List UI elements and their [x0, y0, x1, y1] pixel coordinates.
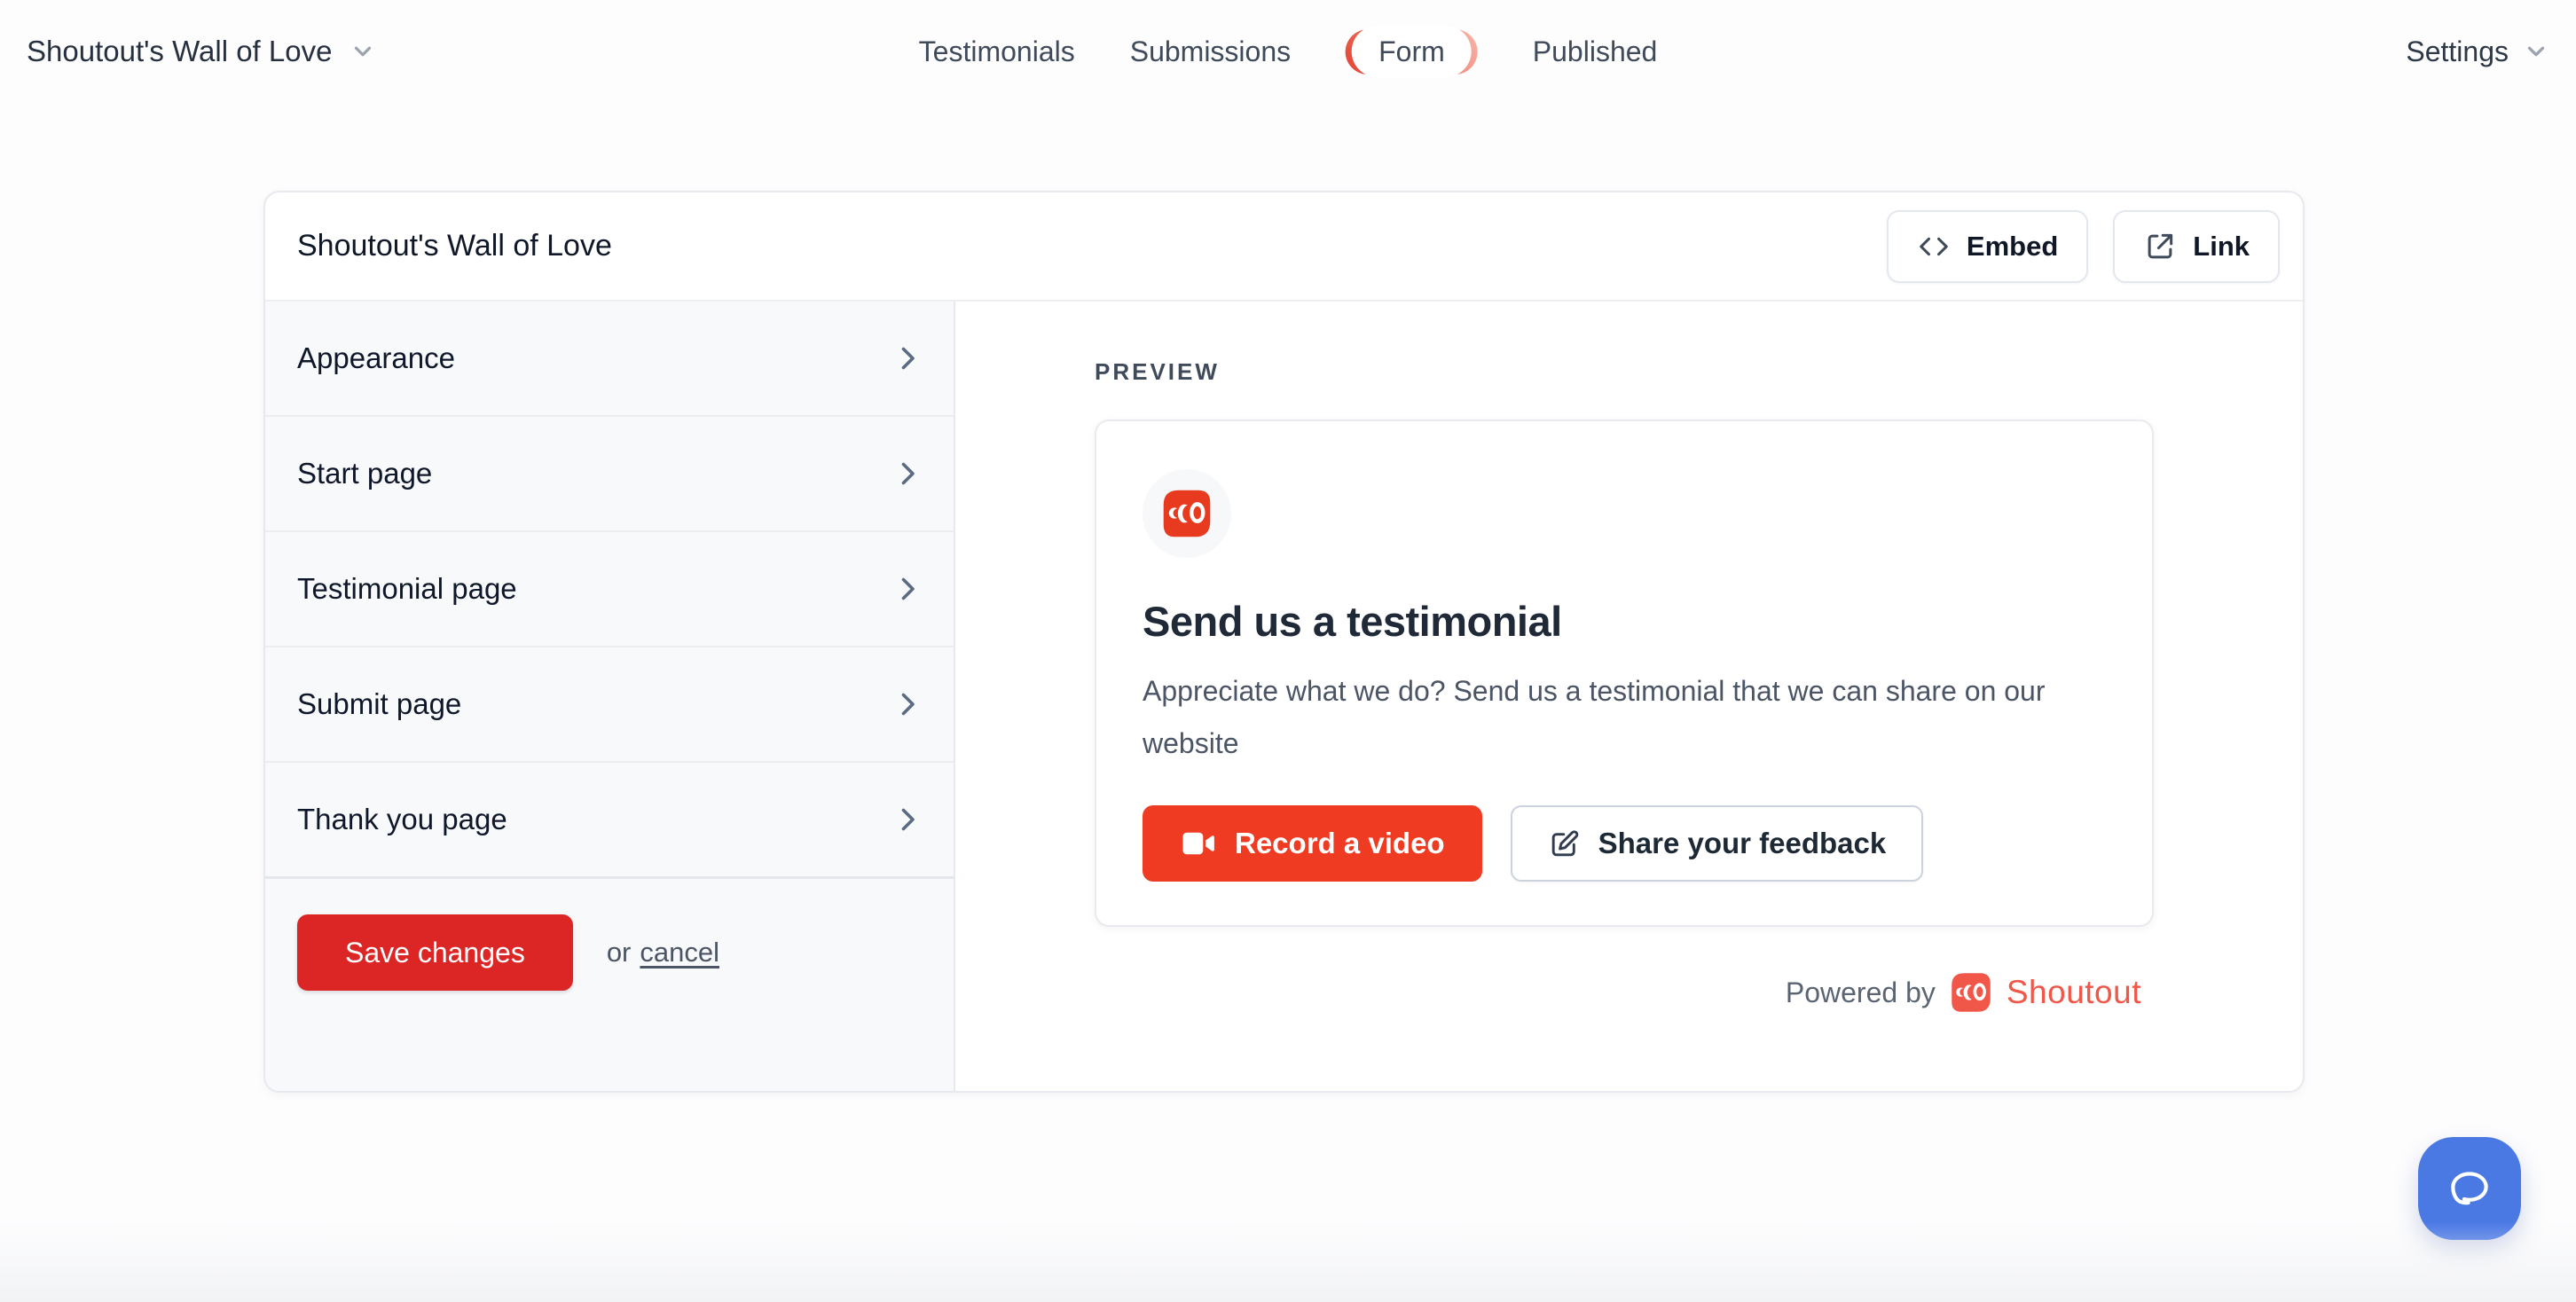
form-settings-card: Shoutout's Wall of Love Embed Link Appea…: [263, 191, 2305, 1093]
menu-item-appearance[interactable]: Appearance: [265, 302, 954, 417]
preview-buttons: Record a video Share your feedback: [1143, 805, 2106, 882]
menu-item-submit-page[interactable]: Submit page: [265, 647, 954, 763]
video-camera-icon: [1180, 825, 1217, 862]
chat-bubble-icon: [2445, 1164, 2494, 1213]
card-body: Appearance Start page Testimonial page S…: [265, 302, 2303, 1091]
tab-form[interactable]: Form: [1352, 26, 1472, 77]
record-video-label: Record a video: [1235, 827, 1445, 860]
chevron-right-icon: [891, 458, 923, 490]
chevron-right-icon: [891, 688, 923, 720]
workspace-switcher[interactable]: Shoutout's Wall of Love: [27, 35, 376, 68]
form-preview-card: Send us a testimonial Appreciate what we…: [1095, 420, 2154, 927]
powered-by-row: Powered by Shoutout: [1095, 971, 2154, 1014]
tab-form-active-ring: Form: [1346, 29, 1478, 75]
menu-item-testimonial-page[interactable]: Testimonial page: [265, 532, 954, 647]
chevron-right-icon: [891, 342, 923, 374]
tab-published[interactable]: Published: [1533, 35, 1658, 68]
settings-menu[interactable]: Settings: [2406, 35, 2549, 68]
preview-heading: Send us a testimonial: [1143, 597, 2106, 646]
preview-column: PREVIEW Send us a testimonial Appreciate…: [955, 302, 2303, 1091]
share-feedback-button[interactable]: Share your feedback: [1511, 805, 1924, 882]
save-changes-button[interactable]: Save changes: [297, 914, 573, 991]
save-area: Save changes or cancel: [265, 876, 954, 1091]
record-video-button[interactable]: Record a video: [1143, 805, 1482, 882]
brand-avatar: [1143, 469, 1231, 558]
menu-item-label: Start page: [297, 457, 432, 490]
menu-item-thank-you-page[interactable]: Thank you page: [265, 763, 954, 878]
chevron-down-icon: [2523, 38, 2549, 65]
external-link-icon: [2143, 230, 2177, 263]
or-text: or: [607, 937, 632, 969]
preview-section-label: PREVIEW: [1095, 358, 2154, 386]
cancel-link[interactable]: cancel: [640, 937, 719, 969]
menu-item-start-page[interactable]: Start page: [265, 417, 954, 532]
shoutout-logo-icon: [1950, 971, 1992, 1014]
card-header: Shoutout's Wall of Love Embed Link: [265, 192, 2303, 302]
settings-label: Settings: [2406, 35, 2509, 68]
settings-sections-menu: Appearance Start page Testimonial page S…: [265, 302, 955, 1091]
share-feedback-label: Share your feedback: [1598, 827, 1887, 860]
shoutout-logo-icon: [1161, 488, 1213, 539]
link-label: Link: [2193, 231, 2250, 263]
code-icon: [1917, 230, 1951, 263]
edit-pencil-icon: [1548, 827, 1581, 860]
chevron-down-icon: [349, 38, 376, 65]
tab-testimonials[interactable]: Testimonials: [919, 35, 1075, 68]
powered-by-text: Powered by: [1786, 976, 1936, 1009]
chevron-right-icon: [891, 573, 923, 605]
nav-tabs: Testimonials Submissions Form Published: [919, 0, 1658, 103]
card-title: Shoutout's Wall of Love: [297, 229, 612, 263]
menu-item-label: Thank you page: [297, 803, 507, 836]
help-chat-widget-button[interactable]: [2418, 1137, 2521, 1240]
embed-button[interactable]: Embed: [1887, 210, 2088, 283]
header-actions: Embed Link: [1887, 210, 2280, 283]
chevron-right-icon: [891, 804, 923, 835]
or-cancel: or cancel: [607, 914, 719, 991]
embed-label: Embed: [1967, 231, 2058, 263]
link-button[interactable]: Link: [2113, 210, 2280, 283]
menu-item-label: Appearance: [297, 341, 455, 375]
tab-submissions[interactable]: Submissions: [1130, 35, 1291, 68]
workspace-name: Shoutout's Wall of Love: [27, 35, 332, 68]
top-nav: Shoutout's Wall of Love Testimonials Sub…: [0, 0, 2576, 103]
preview-description: Appreciate what we do? Send us a testimo…: [1143, 665, 2106, 770]
menu-item-label: Submit page: [297, 687, 461, 721]
powered-by-brand[interactable]: Shoutout: [2007, 974, 2141, 1011]
menu-item-label: Testimonial page: [297, 572, 517, 606]
